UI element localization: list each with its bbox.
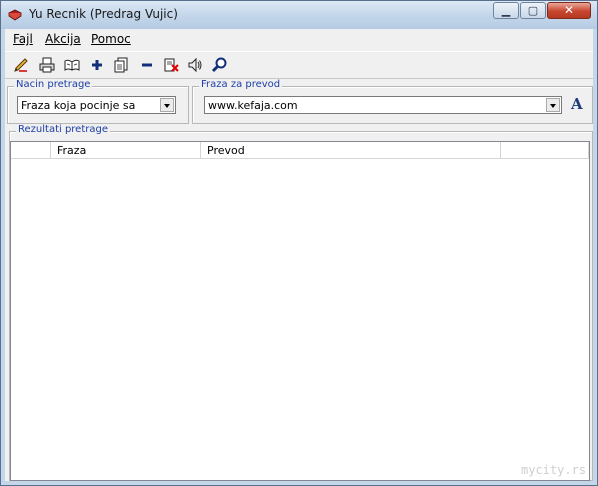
book-icon (8, 9, 22, 21)
delete-button[interactable] (161, 55, 181, 75)
import-button[interactable] (111, 55, 131, 75)
toolbar (5, 51, 593, 79)
minimize-icon: ▁ (501, 4, 511, 17)
search-mode-label: Nacin pretrage (14, 79, 93, 90)
column-header-index[interactable] (11, 142, 51, 159)
maximize-button[interactable]: ▢ (520, 2, 546, 19)
edit-pen-icon (14, 58, 28, 72)
phrase-input[interactable]: www.kefaja.com (204, 96, 562, 114)
column-header-extra[interactable] (501, 142, 589, 159)
dictionary-book-icon (64, 59, 80, 71)
chevron-down-icon[interactable] (546, 98, 560, 112)
search-mode-value: Fraza koja pocinje sa (21, 99, 136, 112)
phrase-value: www.kefaja.com (208, 99, 298, 112)
search-mode-group: Nacin pretrage Fraza koja pocinje sa (7, 79, 189, 124)
close-icon: ✕ (563, 3, 575, 17)
menu-bar: Fajl Akcija Pomoc (5, 29, 593, 49)
column-header-prevod[interactable]: Prevod (201, 142, 501, 159)
watermark: mycity.rs (521, 463, 587, 477)
search-mode-select[interactable]: Fraza koja pocinje sa (17, 96, 176, 114)
speaker-icon (188, 57, 202, 73)
edit-button[interactable] (11, 55, 31, 75)
menu-akcija[interactable]: Akcija (45, 32, 81, 46)
print-button[interactable] (37, 55, 57, 75)
results-list[interactable]: Fraza Prevod (10, 141, 590, 481)
phrase-group: Fraza za prevod www.kefaja.com (192, 79, 593, 124)
app-window: Yu Recnik (Predrag Vujic) ▁ ▢ ✕ Fajl Akc… (0, 0, 598, 486)
print-icon (39, 57, 55, 73)
title-bar[interactable]: Yu Recnik (Predrag Vujic) ▁ ▢ ✕ (1, 1, 597, 29)
close-button[interactable]: ✕ (547, 2, 591, 19)
menu-fajl[interactable]: Fajl (13, 32, 33, 46)
search-magnifier-icon (211, 57, 227, 73)
window-title: Yu Recnik (Predrag Vujic) (29, 7, 178, 21)
font-button[interactable]: A (571, 95, 583, 113)
maximize-icon: ▢ (527, 4, 539, 17)
dictionary-button[interactable] (62, 55, 82, 75)
chevron-down-icon[interactable] (160, 98, 174, 112)
phrase-label: Fraza za prevod (199, 79, 283, 90)
add-plus-icon (92, 60, 102, 70)
menu-pomoc[interactable]: Pomoc (91, 32, 131, 46)
add-button[interactable] (87, 55, 107, 75)
remove-button[interactable] (137, 55, 157, 75)
remove-minus-icon (142, 63, 152, 67)
search-button[interactable] (209, 55, 229, 75)
results-label: Rezultati pretrage (16, 124, 110, 135)
speak-button[interactable] (185, 55, 205, 75)
minimize-button[interactable]: ▁ (493, 2, 519, 19)
client-area: Fajl Akcija Pomoc Nacin pretrage Fraza k… (5, 29, 593, 481)
import-document-icon (114, 57, 128, 73)
column-header-fraza[interactable]: Fraza (51, 142, 201, 159)
delete-document-icon (164, 58, 179, 72)
